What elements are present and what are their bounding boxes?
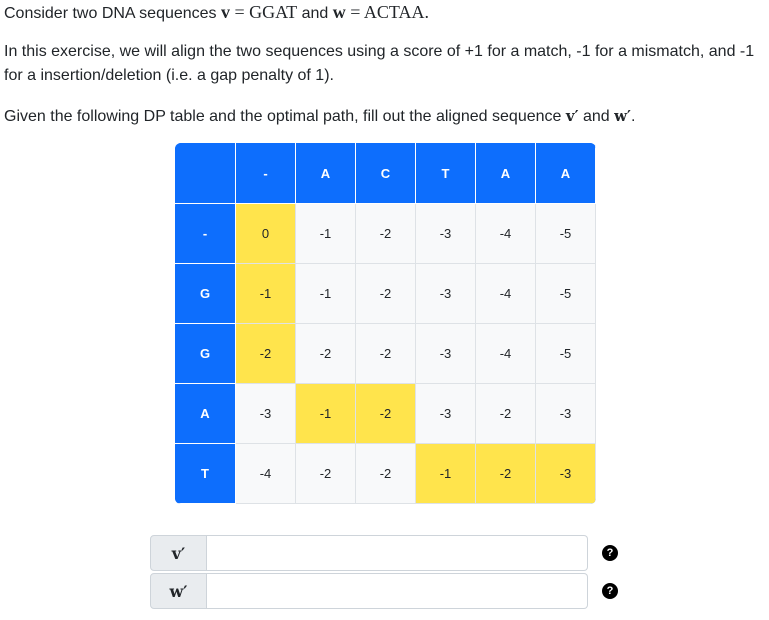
v-prime-input[interactable] <box>207 535 588 571</box>
w-prime-input[interactable] <box>207 573 588 609</box>
dp-cell: -5 <box>536 204 596 264</box>
dp-cell: -4 <box>476 324 536 384</box>
v-prime-symbol: v′ <box>565 107 579 125</box>
column-header: - <box>236 143 296 204</box>
table-corner-cell <box>175 143 236 204</box>
intro-text: Consider two DNA sequences v = GGAT and … <box>4 2 429 22</box>
dp-cell: -2 <box>296 444 356 504</box>
row-header: A <box>175 384 236 444</box>
dp-cell: -3 <box>416 324 476 384</box>
dp-cell-path: -1 <box>416 444 476 504</box>
v-prime-label: v′ <box>150 535 207 571</box>
dp-cell: -3 <box>536 384 596 444</box>
w-prime-label: w′ <box>150 573 207 609</box>
v-symbol: v = GGAT <box>221 2 298 22</box>
dp-cell: -2 <box>296 324 356 384</box>
dp-cell: -2 <box>476 384 536 444</box>
question-circle-icon[interactable]: ? <box>602 583 618 599</box>
answer-row-v: v′ ? <box>150 535 630 571</box>
dp-cell: -4 <box>476 264 536 324</box>
dp-cell: -2 <box>356 324 416 384</box>
dp-cell-path: -2 <box>236 324 296 384</box>
dp-cell: -3 <box>416 204 476 264</box>
dp-cell: -3 <box>236 384 296 444</box>
dp-cell-path: 0 <box>236 204 296 264</box>
column-header: A <box>296 143 356 204</box>
column-header: A <box>536 143 596 204</box>
row-header: T <box>175 444 236 504</box>
dp-cell-path: -3 <box>536 444 596 504</box>
column-header: T <box>416 143 476 204</box>
row-header: G <box>175 264 236 324</box>
dp-cell-path: -1 <box>296 384 356 444</box>
row-header: - <box>175 204 236 264</box>
answer-row-w: w′ ? <box>150 573 630 609</box>
exercise-description: In this exercise, we will align the two … <box>4 43 755 84</box>
dp-table: - A C T A A -0 -1 -2 -3 -4 -5 G -1 -1 -2 -3 -4 -5 G -2 -2 -2 -3… <box>175 143 596 504</box>
dp-cell: -1 <box>296 264 356 324</box>
dp-cell-path: -2 <box>476 444 536 504</box>
column-header: C <box>356 143 416 204</box>
instruction-text: Given the following DP table and the opt… <box>4 107 636 125</box>
column-header: A <box>476 143 536 204</box>
question-circle-icon[interactable]: ? <box>602 545 618 561</box>
dp-cell: -3 <box>416 384 476 444</box>
dp-cell-path: -1 <box>236 264 296 324</box>
w-prime-symbol: w′ <box>614 107 631 125</box>
dp-cell: -2 <box>356 444 416 504</box>
w-symbol: w = ACTAA. <box>332 2 429 22</box>
dp-cell: -4 <box>236 444 296 504</box>
dp-cell: -3 <box>416 264 476 324</box>
dp-cell: -1 <box>296 204 356 264</box>
dp-cell: -2 <box>356 204 416 264</box>
dp-cell: -4 <box>476 204 536 264</box>
dp-cell: -5 <box>536 324 596 384</box>
dp-cell: -5 <box>536 264 596 324</box>
row-header: G <box>175 324 236 384</box>
dp-cell: -2 <box>356 264 416 324</box>
dp-cell-path: -2 <box>356 384 416 444</box>
